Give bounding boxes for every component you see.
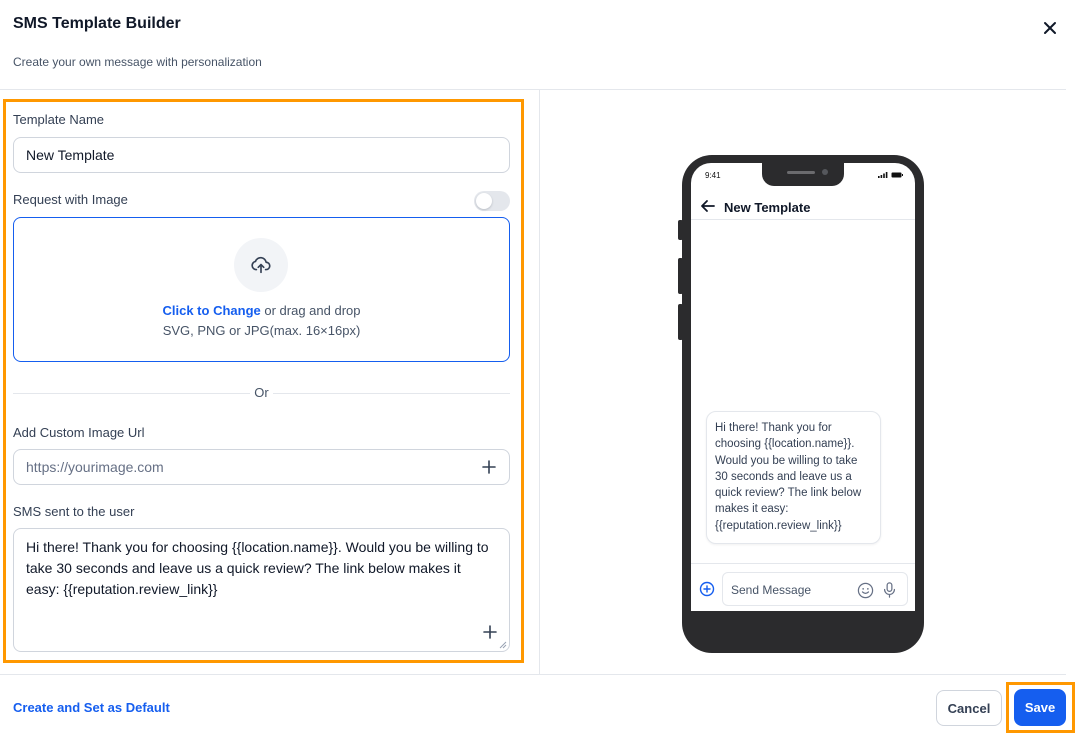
signal-icon bbox=[878, 172, 888, 178]
compose-bar: Send Message bbox=[691, 563, 915, 611]
phone-preview: 9:41 New Template Hi there! Thank you fo… bbox=[682, 155, 924, 653]
close-icon bbox=[1044, 22, 1056, 34]
chat-title: New Template bbox=[724, 200, 811, 215]
add-circle-icon[interactable] bbox=[699, 581, 715, 597]
phone-notch bbox=[762, 163, 844, 186]
chat-header: New Template bbox=[691, 192, 915, 220]
save-highlight bbox=[1006, 682, 1075, 733]
back-arrow-icon[interactable] bbox=[699, 197, 717, 215]
camera bbox=[822, 169, 828, 175]
modal-title: SMS Template Builder bbox=[13, 15, 181, 32]
battery-icon bbox=[891, 172, 903, 178]
compose-placeholder: Send Message bbox=[731, 583, 812, 597]
compose-input[interactable]: Send Message bbox=[722, 572, 908, 606]
message-bubble: Hi there! Thank you for choosing {{locat… bbox=[706, 411, 881, 545]
panel-divider bbox=[539, 90, 540, 674]
microphone-icon[interactable] bbox=[881, 581, 898, 599]
status-time: 9:41 bbox=[705, 171, 721, 180]
status-icons bbox=[878, 172, 903, 178]
create-and-set-default-link[interactable]: Create and Set as Default bbox=[13, 700, 170, 715]
phone-screen: 9:41 New Template Hi there! Thank you fo… bbox=[691, 163, 915, 611]
form-highlight bbox=[3, 99, 524, 663]
cancel-button[interactable]: Cancel bbox=[936, 690, 1002, 726]
close-button[interactable] bbox=[1038, 16, 1062, 40]
speaker bbox=[787, 171, 815, 174]
emoji-icon[interactable] bbox=[857, 582, 874, 599]
footer-divider bbox=[0, 674, 1066, 675]
modal-subtitle: Create your own message with personaliza… bbox=[13, 55, 262, 69]
header-divider bbox=[0, 89, 1066, 90]
